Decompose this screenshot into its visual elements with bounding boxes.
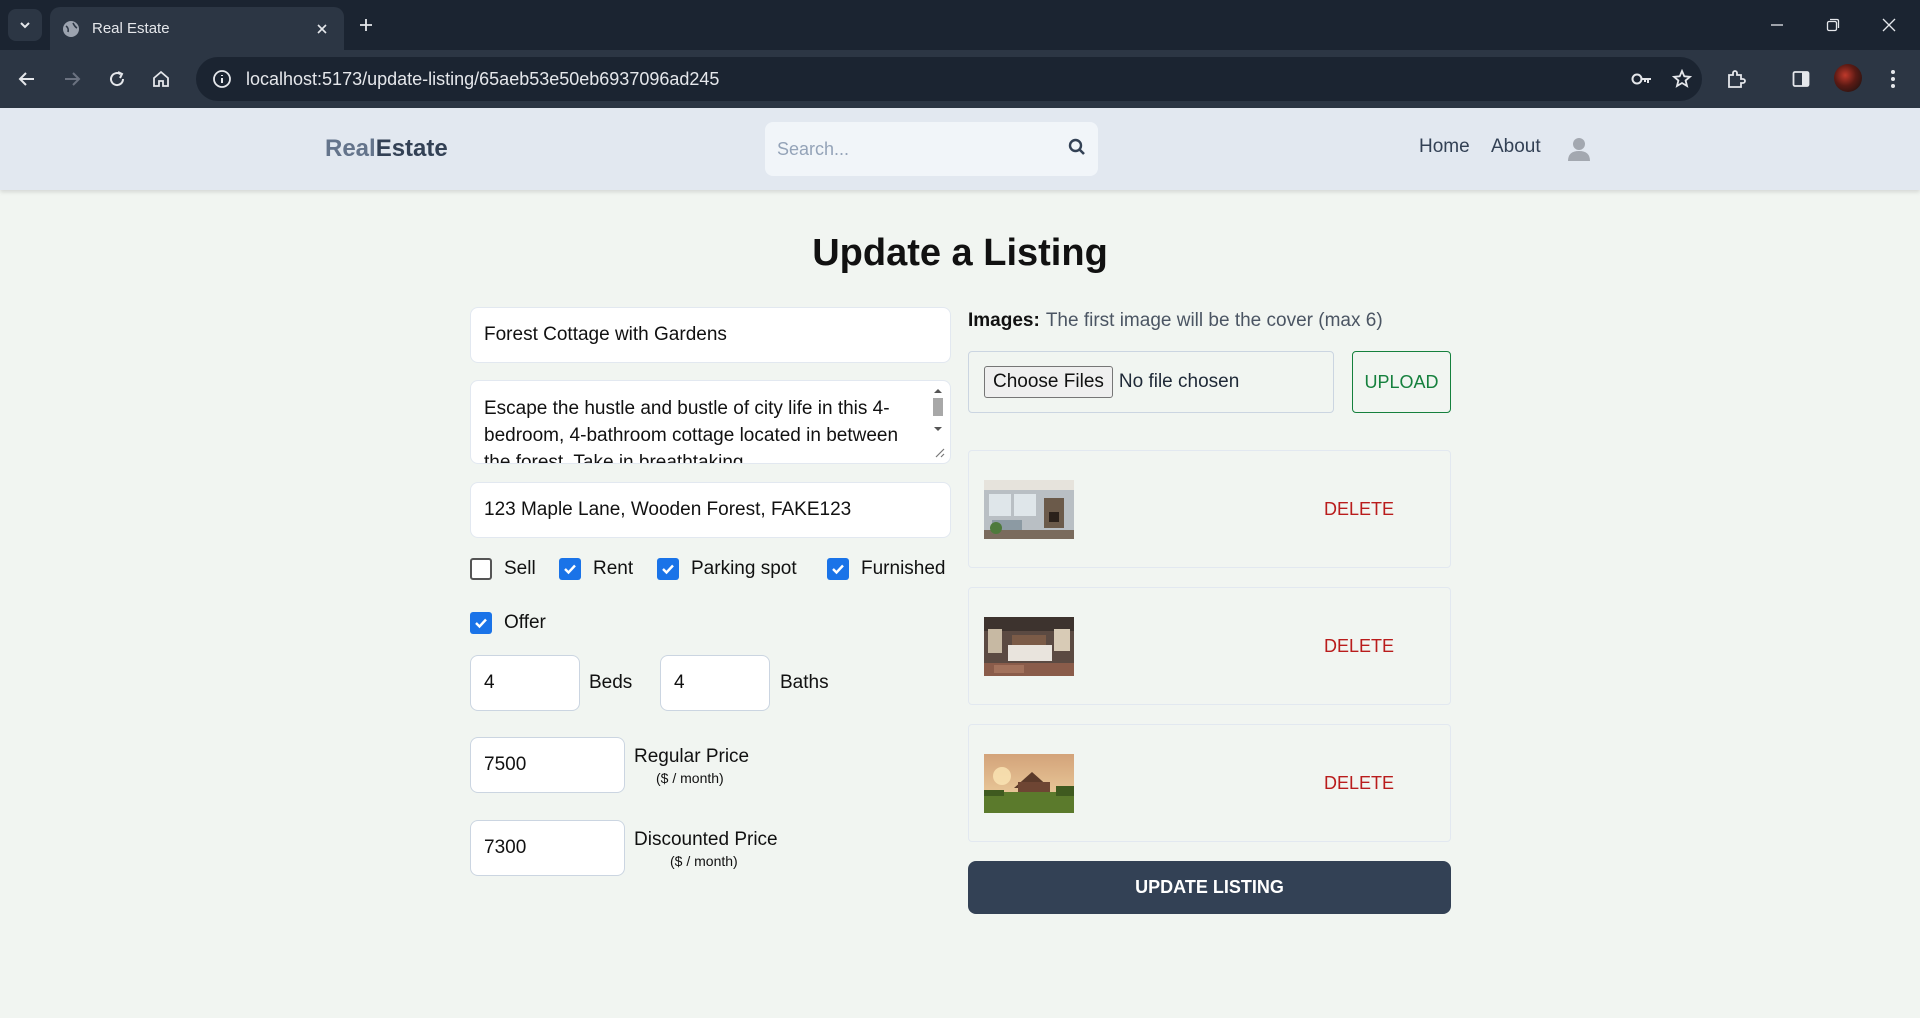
images-hint: The first image will be the cover (max 6… (1045, 310, 1383, 331)
regular-price-input[interactable]: 7500 (470, 737, 625, 793)
listing-image-thumbnail (984, 617, 1074, 676)
image-list-item: DELETE (968, 587, 1451, 705)
choose-files-button[interactable]: Choose Files (984, 366, 1113, 398)
address-bar[interactable]: localhost:5173/update-listing/65aeb53e50… (196, 57, 1702, 101)
file-input[interactable]: Choose Files No file chosen (968, 351, 1334, 413)
side-panel-button[interactable] (1784, 62, 1818, 96)
upload-button[interactable]: UPLOAD (1352, 351, 1451, 413)
globe-icon (62, 20, 80, 38)
baths-label: Baths (780, 672, 829, 693)
user-avatar-icon[interactable] (1565, 135, 1593, 163)
close-window-button[interactable] (1866, 8, 1912, 42)
delete-image-button[interactable]: DELETE (1324, 499, 1394, 520)
key-icon[interactable] (1622, 59, 1662, 99)
kebab-menu-icon (1891, 70, 1895, 88)
bookmark-star-icon[interactable] (1662, 59, 1702, 99)
forward-button[interactable] (55, 62, 89, 96)
check-icon[interactable] (827, 558, 849, 580)
reload-button[interactable] (100, 62, 134, 96)
listing-image-thumbnail (984, 754, 1074, 813)
regular-price-label: Regular Price (634, 746, 750, 767)
search-form (765, 122, 1098, 176)
info-icon[interactable] (208, 65, 236, 93)
menu-button[interactable] (1876, 62, 1910, 96)
minimize-button[interactable] (1754, 8, 1800, 42)
search-icon[interactable] (1068, 138, 1086, 161)
browser-toolbar: localhost:5173/update-listing/65aeb53e50… (0, 50, 1920, 108)
beds-input[interactable]: 4 (470, 655, 580, 711)
discounted-price-unit: ($ / month) (670, 853, 738, 869)
address-input[interactable]: 123 Maple Lane, Wooden Forest, FAKE123 (470, 482, 951, 538)
no-file-text: No file chosen (1118, 371, 1240, 392)
name-input[interactable]: Forest Cottage with Gardens (470, 307, 951, 363)
check-icon[interactable] (470, 612, 492, 634)
parking-checkbox[interactable]: Parking spot (657, 558, 797, 580)
beds-label: Beds (589, 672, 633, 693)
delete-image-button[interactable]: DELETE (1324, 773, 1394, 794)
minimize-icon (1771, 24, 1783, 26)
update-listing-button[interactable]: UPDATE LISTING (968, 861, 1451, 914)
sell-checkbox[interactable]: Sell (470, 558, 536, 580)
nav-about-link[interactable]: About (1491, 136, 1541, 158)
restore-button[interactable] (1810, 8, 1856, 42)
plus-icon (360, 19, 372, 31)
discounted-price-input[interactable]: 7300 (470, 820, 625, 876)
home-icon (153, 70, 169, 87)
image-list-item: DELETE (968, 724, 1451, 842)
arrow-left-icon (18, 72, 34, 86)
nav-home-link[interactable]: Home (1419, 136, 1470, 158)
description-textarea[interactable]: Escape the hustle and bustle of city lif… (470, 380, 951, 464)
browser-tab[interactable]: Real Estate (50, 7, 344, 50)
close-icon[interactable] (312, 19, 332, 39)
back-button[interactable] (10, 62, 44, 96)
home-button[interactable] (144, 62, 178, 96)
arrow-right-icon (65, 72, 81, 86)
browser-tabstrip: Real Estate (0, 0, 1920, 50)
url-text[interactable]: localhost:5173/update-listing/65aeb53e50… (246, 69, 1622, 90)
search-input[interactable] (777, 138, 1068, 160)
sell-checkbox-box[interactable] (470, 558, 492, 580)
rent-checkbox[interactable]: Rent (559, 558, 633, 580)
offer-checkbox[interactable]: Offer (470, 612, 546, 634)
new-tab-button[interactable] (352, 11, 380, 39)
chevron-down-icon (20, 22, 30, 29)
regular-price-unit: ($ / month) (656, 770, 724, 786)
tab-search-button[interactable] (8, 9, 42, 41)
puzzle-icon (1728, 70, 1746, 88)
furnished-checkbox[interactable]: Furnished (827, 558, 946, 580)
close-icon (1882, 18, 1896, 32)
restore-icon (1826, 18, 1840, 32)
textarea-scrollbar[interactable] (930, 385, 946, 461)
site-header: RealEstate Home About (0, 108, 1920, 190)
image-list-item: DELETE (968, 450, 1451, 568)
discounted-price-label: Discounted Price (634, 829, 778, 850)
check-icon[interactable] (559, 558, 581, 580)
profile-avatar[interactable] (1834, 64, 1862, 92)
baths-input[interactable]: 4 (660, 655, 770, 711)
tab-title: Real Estate (92, 20, 170, 37)
reload-icon (110, 71, 125, 87)
check-icon[interactable] (657, 558, 679, 580)
side-panel-icon (1792, 71, 1810, 87)
site-logo[interactable]: RealEstate (325, 135, 448, 163)
listing-image-thumbnail (984, 480, 1074, 539)
extensions-button[interactable] (1719, 62, 1753, 96)
images-label: Images: The first image will be the cover… (968, 310, 1383, 331)
delete-image-button[interactable]: DELETE (1324, 636, 1394, 657)
page-title: Update a Listing (812, 232, 1108, 274)
